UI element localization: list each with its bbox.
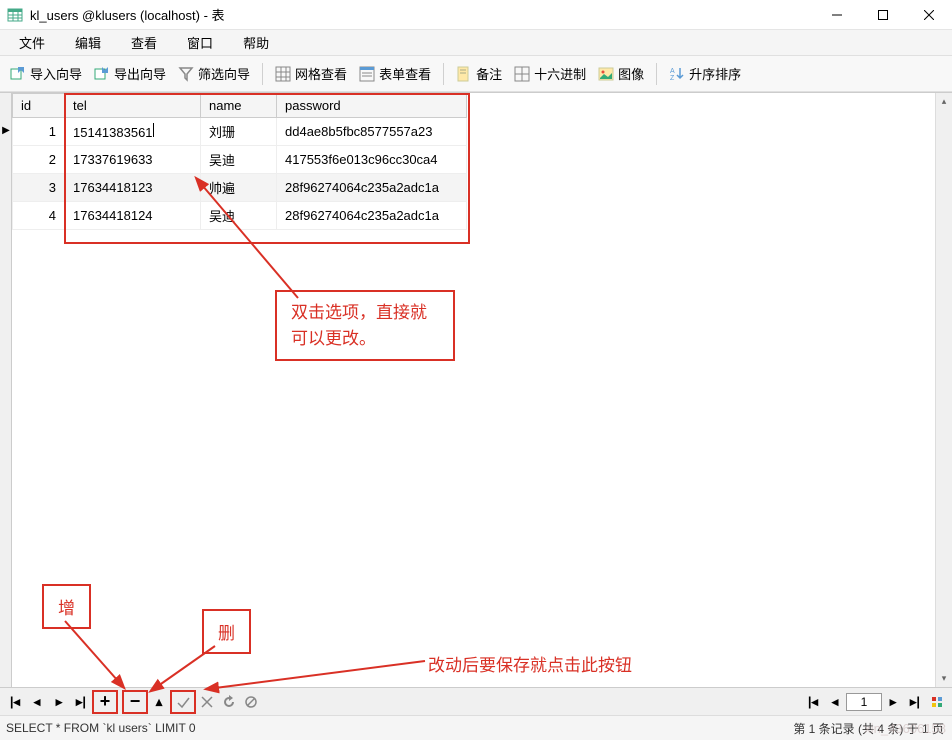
scroll-down-arrow[interactable]: ▾ [936,670,952,687]
cell-editing[interactable]: 15141383561 [65,118,201,146]
nav-cancel-button[interactable] [196,691,218,713]
export-wizard-button[interactable]: 导出向导 [88,61,172,86]
annotation-dblclick-box: 双击选项，直接就可以更改。 [275,290,455,361]
nav-save-button[interactable] [172,691,194,713]
column-header-tel[interactable]: tel [65,94,201,118]
nav-page-input[interactable] [846,693,882,711]
menu-edit[interactable]: 编辑 [60,30,116,55]
vertical-scrollbar[interactable]: ▴ ▾ [935,93,952,687]
table-row[interactable]: 3 17634418123 帅遍 28f96274064c235a2adc1a [13,174,467,202]
minimize-button[interactable] [814,0,860,30]
hex-button[interactable]: 十六进制 [508,61,592,86]
menu-help[interactable]: 帮助 [228,30,284,55]
toolbar-separator [656,63,657,85]
nav-edit-button[interactable]: ▴ [148,691,170,713]
annotation-save-text: 改动后要保存就点击此按钮 [428,651,632,676]
image-button[interactable]: 图像 [592,61,650,86]
filter-icon [178,66,194,82]
annotation-del-highlight: − [122,690,148,714]
annotation-add-highlight: + [92,690,118,714]
current-row-pointer: ▶ [0,118,12,143]
column-header-password[interactable]: password [277,94,467,118]
nav-refresh-button[interactable] [218,691,240,713]
form-view-button[interactable]: 表单查看 [353,61,437,86]
nav-last-button[interactable]: ▸| [70,691,92,713]
annotation-add-box: 增 [42,584,91,629]
annotation-save-highlight [170,690,196,714]
nav-delete-button[interactable]: − [124,691,146,713]
table-row[interactable]: 4 17634418124 吴迪 28f96274064c235a2adc1a [13,202,467,230]
column-header-id[interactable]: id [13,94,65,118]
menu-file[interactable]: 文件 [4,30,60,55]
svg-text:A: A [670,68,675,75]
nav-stop-button[interactable] [240,691,262,713]
import-wizard-button[interactable]: 导入向导 [4,61,88,86]
nav-page-first-button[interactable]: |◂ [802,691,824,713]
window-titlebar: kl_users @klusers (localhost) - 表 [0,0,952,30]
filter-wizard-button[interactable]: 筛选向导 [172,61,256,86]
column-header-name[interactable]: name [201,94,277,118]
menu-window[interactable]: 窗口 [172,30,228,55]
annotation-arrow-add [50,613,150,693]
nav-next-button[interactable]: ▸ [48,691,70,713]
export-icon [94,66,110,82]
image-icon [598,66,614,82]
nav-page-next-button[interactable]: ▸ [882,691,904,713]
table-app-icon [7,7,23,23]
annotation-del-box: 删 [202,609,251,654]
nav-first-button[interactable]: |◂ [4,691,26,713]
table-data-area: ▶ id tel name password 1 15141383561 刘珊 … [0,92,952,687]
hex-icon [514,66,530,82]
memo-icon [456,66,472,82]
watermark-text: xin_43606158 [864,721,946,736]
data-table[interactable]: id tel name password 1 15141383561 刘珊 dd… [12,93,467,230]
grid-view-button[interactable]: 网格查看 [269,61,353,86]
toolbar-separator [443,63,444,85]
status-sql: SELECT * FROM `kl users` LIMIT 0 [0,721,793,735]
form-icon [359,66,375,82]
sort-asc-button[interactable]: AZ升序排序 [663,61,747,86]
window-title: kl_users @klusers (localhost) - 表 [30,5,814,24]
nav-settings-button[interactable] [926,691,948,713]
import-icon [10,66,26,82]
svg-text:Z: Z [670,75,675,82]
nav-page-prev-button[interactable]: ◂ [824,691,846,713]
table-row[interactable]: 1 15141383561 刘珊 dd4ae8b5fbc8577557a23 [13,118,467,146]
menu-view[interactable]: 查看 [116,30,172,55]
status-bar: SELECT * FROM `kl users` LIMIT 0 第 1 条记录… [0,715,952,740]
memo-button[interactable]: 备注 [450,61,508,86]
grid-icon [275,66,291,82]
toolbar-separator [262,63,263,85]
sort-asc-icon: AZ [669,66,685,82]
record-navigator: |◂ ◂ ▸ ▸| + − ▴ |◂ ◂ ▸ ▸| [0,687,952,715]
nav-page-last-button[interactable]: ▸| [904,691,926,713]
nav-add-button[interactable]: + [94,691,116,713]
maximize-button[interactable] [860,0,906,30]
nav-prev-button[interactable]: ◂ [26,691,48,713]
row-indicator-gutter [0,93,12,687]
menubar: 文件 编辑 查看 窗口 帮助 [0,30,952,56]
toolbar: 导入向导 导出向导 筛选向导 网格查看 表单查看 备注 十六进制 图像 AZ升序… [0,56,952,92]
close-button[interactable] [906,0,952,30]
table-row[interactable]: 2 17337619633 吴迪 417553f6e013c96cc30ca4 [13,146,467,174]
scroll-up-arrow[interactable]: ▴ [936,93,952,110]
